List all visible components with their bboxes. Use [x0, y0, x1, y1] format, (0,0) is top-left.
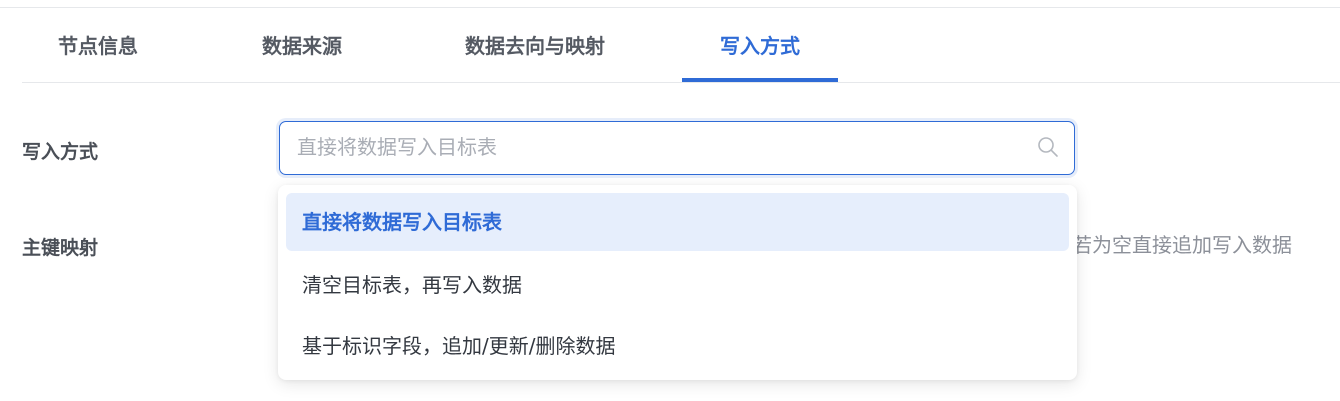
- write-mode-select[interactable]: 直接将数据写入目标表: [279, 121, 1075, 175]
- primary-key-hint: 若为空直接追加写入数据: [1072, 233, 1292, 257]
- write-mode-label: 写入方式: [22, 141, 99, 163]
- search-icon: [1036, 135, 1060, 159]
- tab-data-source[interactable]: 数据来源: [227, 10, 377, 82]
- tab-node-info[interactable]: 节点信息: [22, 10, 174, 82]
- write-mode-dropdown: 直接将数据写入目标表 清空目标表，再写入数据 基于标识字段，追加/更新/删除数据: [278, 185, 1077, 380]
- tab-write-mode[interactable]: 写入方式: [682, 10, 838, 82]
- write-mode-select-placeholder: 直接将数据写入目标表: [297, 135, 497, 159]
- active-tab-indicator: [682, 78, 838, 82]
- option-clear-then-write[interactable]: 清空目标表，再写入数据: [286, 256, 1069, 314]
- primary-key-mapping-label: 主键映射: [22, 237, 99, 259]
- top-divider: [0, 7, 1340, 8]
- tab-data-destination-mapping[interactable]: 数据去向与映射: [430, 10, 640, 82]
- tab-bar: 节点信息 数据来源 数据去向与映射 写入方式: [22, 10, 1340, 83]
- option-write-directly[interactable]: 直接将数据写入目标表: [286, 193, 1069, 251]
- option-upsert-by-key[interactable]: 基于标识字段，追加/更新/删除数据: [286, 317, 1069, 375]
